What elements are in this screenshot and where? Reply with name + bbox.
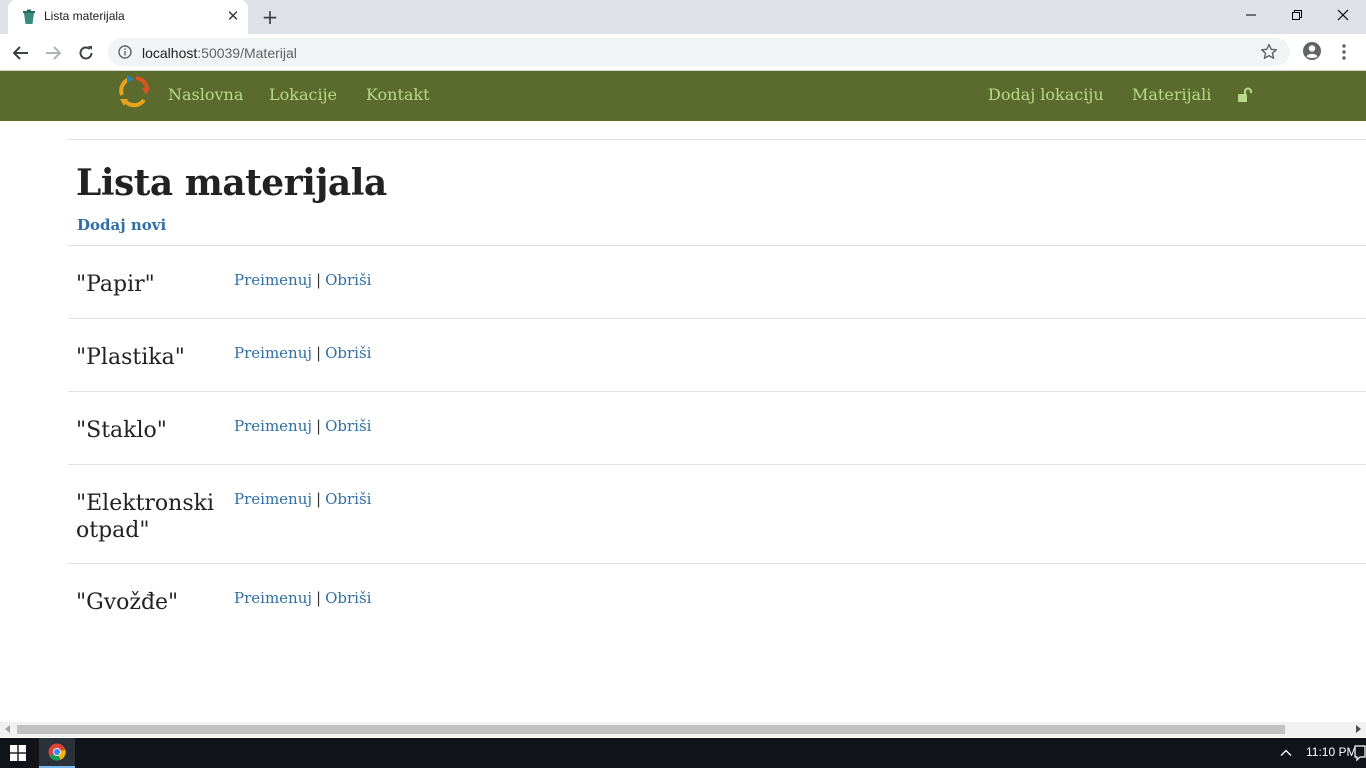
nav-link-lokacije[interactable]: Lokacije	[269, 85, 337, 104]
browser-tab[interactable]: Lista materijala ✕	[8, 0, 248, 34]
divider	[68, 139, 1366, 140]
material-actions: Preimenuj | Obriši	[234, 417, 371, 435]
scroll-right-arrow-icon[interactable]	[1356, 725, 1361, 733]
add-new-link[interactable]: Dodaj novi	[77, 216, 166, 234]
back-arrow-icon[interactable]	[8, 40, 34, 66]
rename-link[interactable]: Preimenuj	[234, 417, 312, 435]
rename-link[interactable]: Preimenuj	[234, 589, 312, 607]
window-restore-icon[interactable]	[1274, 0, 1320, 30]
delete-link[interactable]: Obriši	[325, 344, 371, 362]
material-actions: Preimenuj | Obriši	[234, 271, 371, 289]
material-actions: Preimenuj | Obriši	[234, 589, 371, 607]
material-name: "Papir"	[76, 272, 155, 297]
site-navbar: Naslovna Lokacije Kontakt Dodaj lokaciju…	[0, 71, 1366, 121]
tab-title: Lista materijala	[44, 9, 125, 23]
delete-link[interactable]: Obriši	[325, 271, 371, 289]
page-title: Lista materijala	[76, 162, 387, 204]
window-close-icon[interactable]	[1320, 0, 1366, 30]
delete-link[interactable]: Obriši	[325, 589, 371, 607]
material-actions: Preimenuj | Obriši	[234, 490, 371, 508]
action-separator: |	[316, 271, 322, 289]
nav-link-materijali[interactable]: Materijali	[1132, 85, 1211, 104]
taskbar-clock[interactable]: 11:10 PM	[1306, 745, 1356, 759]
unlock-icon[interactable]	[1237, 87, 1253, 103]
horizontal-scrollbar[interactable]	[0, 722, 1366, 737]
material-name: "Staklo"	[76, 418, 167, 443]
nav-link-dodaj-lokaciju[interactable]: Dodaj lokaciju	[988, 85, 1104, 104]
divider	[68, 464, 1366, 465]
action-separator: |	[316, 344, 322, 362]
divider	[68, 318, 1366, 319]
recycle-logo-icon[interactable]	[116, 73, 152, 109]
new-tab-plus-icon[interactable]: +	[258, 5, 282, 29]
url-path: :50039/Materijal	[197, 45, 297, 61]
material-name: "Plastika"	[76, 345, 185, 370]
site-info-icon[interactable]	[118, 45, 132, 59]
browser-toolbar: localhost:50039/Materijal	[0, 34, 1366, 71]
recycle-bin-favicon-icon	[23, 9, 35, 24]
action-separator: |	[316, 490, 322, 508]
material-name: "Elektronski otpad"	[76, 491, 214, 543]
action-separator: |	[316, 589, 322, 607]
nav-link-kontakt[interactable]: Kontakt	[366, 85, 430, 104]
rename-link[interactable]: Preimenuj	[234, 271, 312, 289]
windows-taskbar: 11:10 PM	[0, 738, 1366, 768]
tab-close-icon[interactable]: ✕	[224, 7, 242, 25]
divider	[68, 245, 1366, 246]
tray-chevron-up-icon[interactable]	[1280, 747, 1292, 759]
url-text[interactable]: localhost:50039/Materijal	[142, 45, 297, 61]
nav-link-naslovna[interactable]: Naslovna	[168, 85, 243, 104]
rename-link[interactable]: Preimenuj	[234, 490, 312, 508]
bookmark-star-icon[interactable]	[1260, 43, 1278, 61]
url-host: localhost	[142, 45, 198, 61]
delete-link[interactable]: Obriši	[325, 490, 371, 508]
profile-avatar-icon[interactable]	[1302, 41, 1322, 61]
windows-start-icon[interactable]	[0, 738, 36, 768]
browser-tab-strip: Lista materijala ✕ +	[0, 0, 1366, 34]
forward-arrow-icon[interactable]	[40, 40, 66, 66]
address-bar[interactable]: localhost:50039/Materijal	[108, 38, 1290, 66]
material-name: "Gvožđe"	[76, 590, 179, 615]
action-separator: |	[316, 417, 322, 435]
rename-link[interactable]: Preimenuj	[234, 344, 312, 362]
window-minimize-icon[interactable]	[1228, 0, 1274, 30]
divider	[68, 563, 1366, 564]
reload-icon[interactable]	[73, 40, 99, 66]
scroll-left-arrow-icon[interactable]	[5, 725, 10, 733]
browser-menu-dots-icon[interactable]	[1336, 42, 1352, 62]
delete-link[interactable]: Obriši	[325, 417, 371, 435]
scrollbar-thumb[interactable]	[17, 725, 1285, 734]
notification-icon[interactable]	[1354, 743, 1366, 763]
material-actions: Preimenuj | Obriši	[234, 344, 371, 362]
chrome-taskbar-icon[interactable]	[39, 738, 75, 768]
divider	[68, 391, 1366, 392]
